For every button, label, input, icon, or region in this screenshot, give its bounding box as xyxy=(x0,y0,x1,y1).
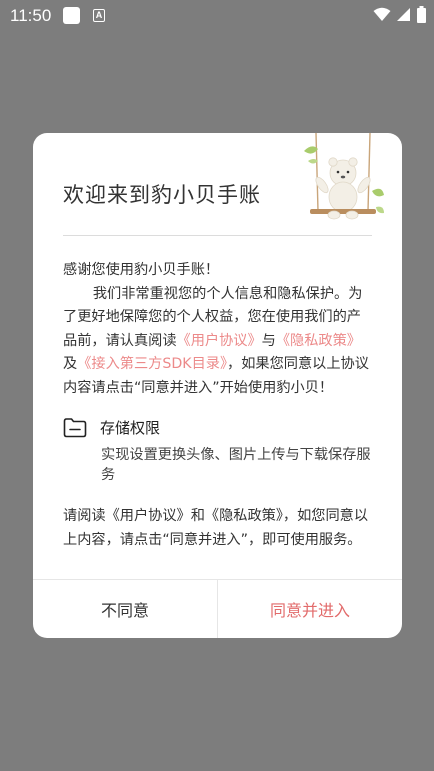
permission-description: 实现设置更换头像、图片上传与下载保存服务 xyxy=(101,447,371,483)
battery-icon xyxy=(417,6,426,23)
signal-icon xyxy=(397,8,410,21)
status-bar: 11:50 A xyxy=(0,0,434,32)
sdk-list-link[interactable]: 《接入第三方SDK目录》 xyxy=(77,356,227,372)
title-divider xyxy=(63,235,372,236)
storage-permission-row: 存储权限 xyxy=(63,417,160,438)
notice-text: 请阅读《用户协议》和《隐私政策》，如您同意以上内容，请点击“同意并进入”，即可使… xyxy=(63,508,369,548)
wifi-icon xyxy=(373,7,391,21)
conjunction-and: 与 xyxy=(261,332,276,349)
permission-title: 存储权限 xyxy=(100,419,161,437)
user-agreement-link[interactable]: 《用户协议》 xyxy=(177,333,262,349)
privacy-paragraph: 我们非常重视您的个人信息和隐私保护。为了更好地保障您的个人权益，您在使用我们的产… xyxy=(63,283,375,401)
photo-icon xyxy=(63,7,80,24)
intro-text: 感谢您使用豹小贝手账！ 我们非常重视您的个人信息和隐私保护。为了更好地保障您的个… xyxy=(63,259,375,400)
dialog-button-row: 不同意 同意并进入 xyxy=(33,579,402,638)
decline-button[interactable]: 不同意 xyxy=(33,580,218,638)
bear-on-swing-illustration xyxy=(304,133,384,220)
dialog-title: 欢迎来到豹小贝手账 xyxy=(63,183,261,207)
status-indicators xyxy=(373,6,426,23)
greeting-text: 感谢您使用豹小贝手账！ xyxy=(63,262,220,278)
status-time: 11:50 xyxy=(10,6,52,25)
keyboard-a-icon: A xyxy=(93,9,105,22)
folder-icon xyxy=(63,418,87,438)
privacy-policy-link[interactable]: 《隐私政策》 xyxy=(276,333,361,349)
privacy-dialog: 欢迎来到豹小贝手账 感谢您使用豹小贝手账！ 我们非常重视您的个人信息和隐私保护。… xyxy=(33,133,402,638)
conjunction-and-2: 及 xyxy=(63,356,78,372)
accept-button[interactable]: 同意并进入 xyxy=(218,580,402,638)
